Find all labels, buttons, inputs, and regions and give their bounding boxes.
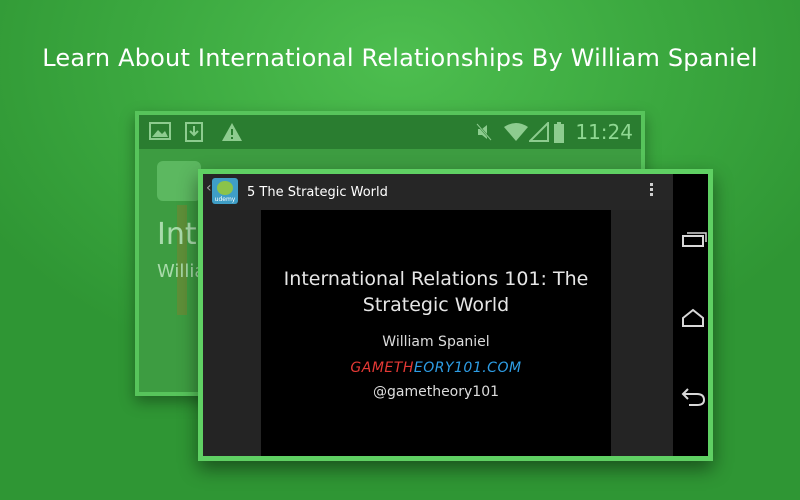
navigation-bar	[673, 174, 708, 456]
action-bar: ‹ udemy 5 The Strategic World	[203, 174, 673, 210]
up-chevron-icon[interactable]: ‹	[206, 180, 212, 196]
status-clock: 11:24	[575, 120, 633, 144]
home-icon[interactable]	[679, 306, 707, 330]
promo-headline: Learn About International Relationships …	[42, 44, 758, 72]
udemy-app-icon[interactable]: udemy	[212, 178, 238, 204]
back-icon[interactable]	[679, 384, 707, 408]
video-title-line2: Strategic World	[362, 294, 510, 316]
recents-icon[interactable]	[679, 228, 707, 252]
video-author: William Spaniel	[382, 334, 490, 350]
wifi-icon	[503, 122, 529, 147]
download-icon	[185, 122, 203, 147]
signal-icon	[527, 120, 549, 147]
overflow-menu-icon[interactable]	[647, 181, 655, 201]
video-title-line1: International Relations 101: The	[283, 268, 589, 290]
image-icon	[149, 122, 171, 145]
video-title: International Relations 101: The Strateg…	[261, 266, 611, 318]
warning-icon	[221, 122, 243, 147]
video-frame[interactable]: International Relations 101: The Strateg…	[261, 210, 611, 456]
lecture-title: 5 The Strategic World	[247, 185, 388, 200]
front-phone-screen: ‹ udemy 5 The Strategic World Internatio…	[198, 169, 713, 461]
battery-icon	[553, 122, 565, 149]
video-site: GAMETHEORY101.COM	[261, 360, 611, 376]
udemy-logo-icon	[157, 161, 201, 201]
site-part-red: GAMETH	[350, 360, 414, 376]
player-right-pad	[611, 210, 673, 456]
site-part-blue: EORY101.COM	[413, 360, 522, 376]
status-bar: 11:24	[139, 115, 641, 149]
player-left-pad	[203, 210, 261, 456]
video-player[interactable]: International Relations 101: The Strateg…	[203, 210, 673, 456]
mute-icon	[475, 122, 493, 147]
app-icon-graphic	[217, 181, 233, 195]
app-icon-label: udemy	[214, 196, 236, 203]
video-handle: @gametheory101	[372, 384, 500, 400]
